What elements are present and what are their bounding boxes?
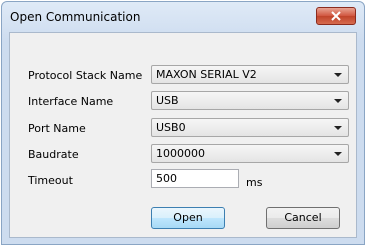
title-bar[interactable]: Open Communication bbox=[2, 2, 364, 32]
protocol-stack-select[interactable]: MAXON SERIAL V2 bbox=[151, 65, 349, 84]
timeout-value: 500 bbox=[156, 172, 177, 185]
chevron-down-icon bbox=[334, 99, 342, 103]
dialog-content: Protocol Stack Name MAXON SERIAL V2 Inte… bbox=[9, 32, 357, 238]
close-icon bbox=[331, 11, 341, 21]
port-name-label: Port Name bbox=[28, 122, 86, 135]
cancel-button[interactable]: Cancel bbox=[266, 207, 340, 229]
baudrate-select[interactable]: 1000000 bbox=[151, 144, 349, 163]
port-name-value: USB0 bbox=[156, 121, 186, 134]
protocol-stack-label: Protocol Stack Name bbox=[28, 69, 143, 82]
window-title: Open Communication bbox=[10, 10, 141, 24]
timeout-unit: ms bbox=[246, 176, 263, 189]
interface-name-select[interactable]: USB bbox=[151, 91, 349, 110]
protocol-stack-value: MAXON SERIAL V2 bbox=[156, 68, 257, 81]
chevron-down-icon bbox=[334, 126, 342, 130]
timeout-input[interactable]: 500 bbox=[151, 169, 239, 188]
interface-name-value: USB bbox=[156, 94, 179, 107]
chevron-down-icon bbox=[334, 152, 342, 156]
baudrate-label: Baudrate bbox=[28, 148, 79, 161]
chevron-down-icon bbox=[334, 73, 342, 77]
close-button[interactable] bbox=[316, 7, 356, 25]
baudrate-value: 1000000 bbox=[156, 147, 205, 160]
interface-name-label: Interface Name bbox=[28, 95, 114, 108]
port-name-select[interactable]: USB0 bbox=[151, 118, 349, 137]
timeout-label: Timeout bbox=[28, 174, 73, 187]
dialog-window: Open Communication Protocol Stack Name M… bbox=[1, 1, 365, 245]
open-button[interactable]: Open bbox=[151, 207, 225, 229]
